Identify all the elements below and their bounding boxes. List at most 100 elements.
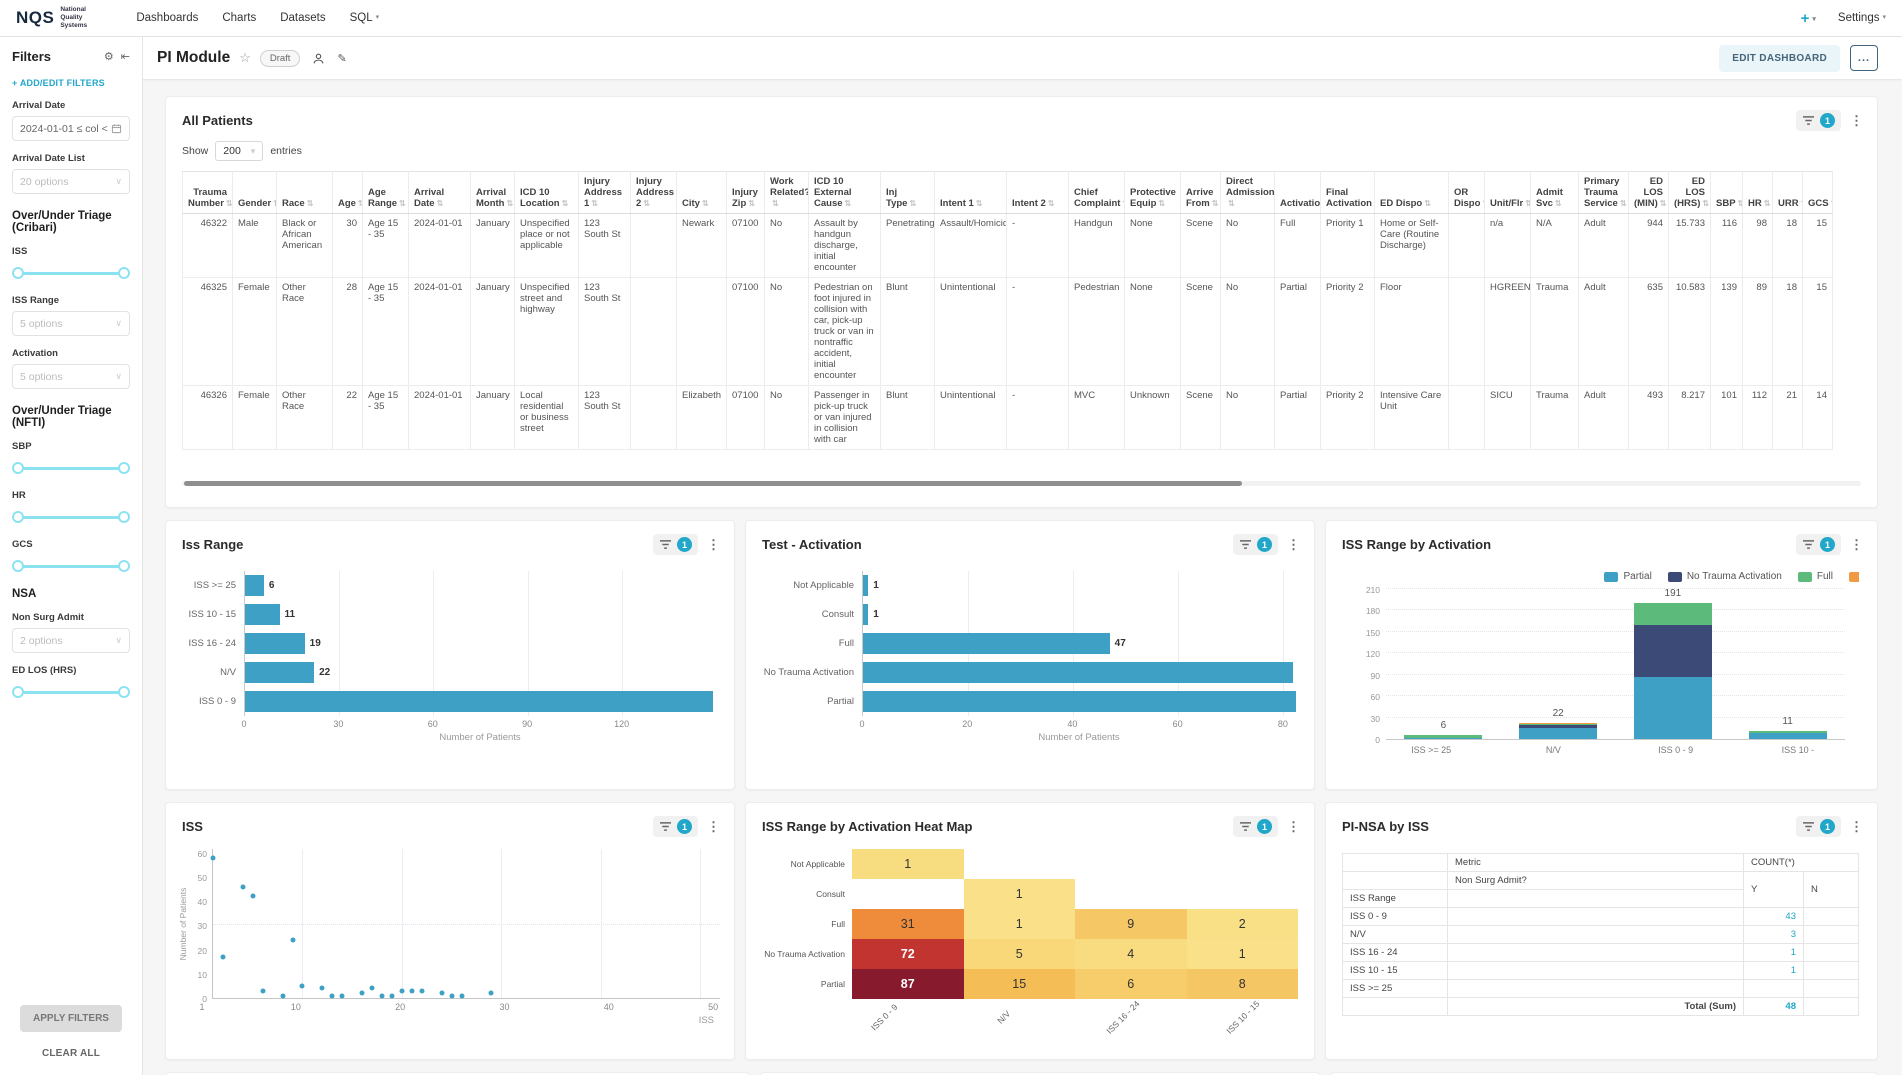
applied-filters-indicator[interactable]: 1 [1233,816,1278,837]
column-header-age[interactable]: Age⇅ [333,172,363,214]
column-header-arrival-date[interactable]: Arrival Date⇅ [409,172,471,214]
apply-filters-button[interactable]: APPLY FILTERS [20,1005,122,1032]
column-header-inj-type[interactable]: Inj Type⇅ [881,172,935,214]
more-options-icon[interactable]: ⋮ [1850,538,1863,551]
column-header-primary-trauma-service[interactable]: Primary Trauma Service⇅ [1579,172,1629,214]
sort-icon[interactable]: ⇅ [772,199,779,208]
range-slider-iss[interactable] [12,267,130,279]
column-header-urr[interactable]: URR⇅ [1773,172,1803,214]
more-options-icon[interactable]: ⋮ [1850,820,1863,833]
column-header-injury-address-1[interactable]: Injury Address 1⇅ [579,172,631,214]
sort-icon[interactable]: ⇅ [702,199,709,208]
nav-item-datasets[interactable]: Datasets [280,12,325,24]
column-header-city[interactable]: City⇅ [677,172,727,214]
applied-filters-indicator[interactable]: 1 [1796,816,1841,837]
column-header-intent-2[interactable]: Intent 2⇅ [1007,172,1069,214]
sort-icon[interactable]: ⇅ [1048,199,1055,208]
more-options-icon[interactable]: ⋮ [1850,114,1863,127]
column-header-injury-address-2[interactable]: Injury Address 2⇅ [631,172,677,214]
filter-select-activation[interactable]: 5 options∨ [12,364,130,389]
slider-handle-left[interactable] [12,267,24,279]
column-header-icd-10-external-cause[interactable]: ICD 10 External Cause⇅ [809,172,881,214]
applied-filters-indicator[interactable]: 1 [653,534,698,555]
add-new-button[interactable]: +▾ [1801,10,1816,27]
sort-icon[interactable]: ⇅ [748,199,755,208]
column-header-admit-svc[interactable]: Admit Svc⇅ [1531,172,1579,214]
slider-handle-right[interactable] [118,686,130,698]
clear-all-button[interactable]: CLEAR ALL [0,1048,142,1059]
column-header-sbp[interactable]: SBP⇅ [1711,172,1743,214]
applied-filters-indicator[interactable]: 1 [1796,534,1841,555]
sort-icon[interactable]: ⇅ [1831,199,1833,208]
sort-icon[interactable]: ⇅ [1212,199,1219,208]
column-header-activation[interactable]: Activation⇅ [1275,172,1321,214]
edit-dashboard-button[interactable]: EDIT DASHBOARD [1719,45,1840,72]
nav-item-charts[interactable]: Charts [222,12,256,24]
range-slider-gcs[interactable] [12,560,130,572]
sort-icon[interactable]: ⇅ [1424,199,1431,208]
applied-filters-indicator[interactable]: 1 [653,816,698,837]
settings-menu[interactable]: Settings▾ [1838,12,1886,24]
more-options-icon[interactable]: ⋮ [1287,538,1300,551]
slider-handle-right[interactable] [118,560,130,572]
nav-item-dashboards[interactable]: Dashboards [136,12,198,24]
column-header-icd-10-location[interactable]: ICD 10 Location⇅ [515,172,579,214]
page-size-select[interactable]: 200 ▾ [215,141,263,161]
column-header-protective-equip[interactable]: Protective Equip⇅ [1125,172,1181,214]
column-header-intent-1[interactable]: Intent 1⇅ [935,172,1007,214]
column-header-chief-complaint[interactable]: Chief Complaint⇅ [1069,172,1125,214]
add-edit-filters-link[interactable]: + ADD/EDIT FILTERS [12,78,130,88]
more-options-icon[interactable]: ⋮ [707,820,720,833]
sort-icon[interactable]: ⇅ [1158,199,1165,208]
column-header-ed-los-min[interactable]: ED LOS (MIN)⇅ [1629,172,1669,214]
scrollbar-thumb[interactable] [184,481,1242,486]
sort-icon[interactable]: ⇅ [226,199,233,208]
sort-icon[interactable]: ⇅ [1764,199,1771,208]
column-header-race[interactable]: Race⇅ [277,172,333,214]
filter-select-iss-range[interactable]: 5 options∨ [12,311,130,336]
nqs-logo[interactable]: NQS National Quality Systems [16,6,108,30]
sort-icon[interactable]: ⇅ [1525,199,1530,208]
sort-icon[interactable]: ⇅ [1228,199,1235,208]
filter-select-arrival-date-list[interactable]: 20 options∨ [12,169,130,194]
sort-icon[interactable]: ⇅ [591,199,598,208]
favorite-star-icon[interactable]: ☆ [239,50,251,66]
slider-handle-left[interactable] [12,462,24,474]
date-filter-input[interactable]: 2024-01-01 ≤ col < 202... [12,116,130,141]
column-header-work-related[interactable]: Work Related?⇅ [765,172,809,214]
column-header-direct-admission[interactable]: Direct Admission?⇅ [1221,172,1275,214]
sort-icon[interactable]: ⇅ [1702,199,1709,208]
column-header-final-activation[interactable]: Final Activation⇅ [1321,172,1375,214]
collapse-panel-icon[interactable]: ⇤ [121,50,130,63]
applied-filters-indicator[interactable]: 1 [1796,110,1841,131]
sort-icon[interactable]: ⇅ [1620,199,1627,208]
slider-handle-left[interactable] [12,686,24,698]
column-header-injury-zip[interactable]: Injury Zip⇅ [727,172,765,214]
slider-handle-right[interactable] [118,462,130,474]
column-header-arrive-from[interactable]: Arrive From⇅ [1181,172,1221,214]
column-header-unit-flr[interactable]: Unit/Flr⇅ [1485,172,1531,214]
gear-icon[interactable]: ⚙ [104,50,114,63]
sort-icon[interactable]: ⇅ [976,199,983,208]
range-slider-ed-los-hrs[interactable] [12,686,130,698]
range-slider-sbp[interactable] [12,462,130,474]
sort-icon[interactable]: ⇅ [1555,199,1562,208]
slider-handle-right[interactable] [118,267,130,279]
sort-icon[interactable]: ⇅ [437,199,444,208]
sort-icon[interactable]: ⇅ [507,199,514,208]
column-header-trauma-number[interactable]: Trauma Number⇅ [183,172,233,214]
sort-icon[interactable]: ⇅ [845,199,852,208]
more-options-icon[interactable]: ⋮ [1287,820,1300,833]
applied-filters-indicator[interactable]: 1 [1233,534,1278,555]
column-header-or-dispo[interactable]: OR Dispo⇅ [1449,172,1485,214]
column-header-gcs[interactable]: GCS⇅ [1803,172,1833,214]
sort-icon[interactable]: ⇅ [643,199,650,208]
range-slider-hr[interactable] [12,511,130,523]
sort-icon[interactable]: ⇅ [399,199,406,208]
column-header-hr[interactable]: HR⇅ [1743,172,1773,214]
edit-properties-icon[interactable]: ✎ [337,52,346,65]
column-header-ed-dispo[interactable]: ED Dispo⇅ [1375,172,1449,214]
sort-icon[interactable]: ⇅ [909,199,916,208]
column-header-gender[interactable]: Gender⇅ [233,172,277,214]
owners-icon[interactable] [312,52,325,65]
